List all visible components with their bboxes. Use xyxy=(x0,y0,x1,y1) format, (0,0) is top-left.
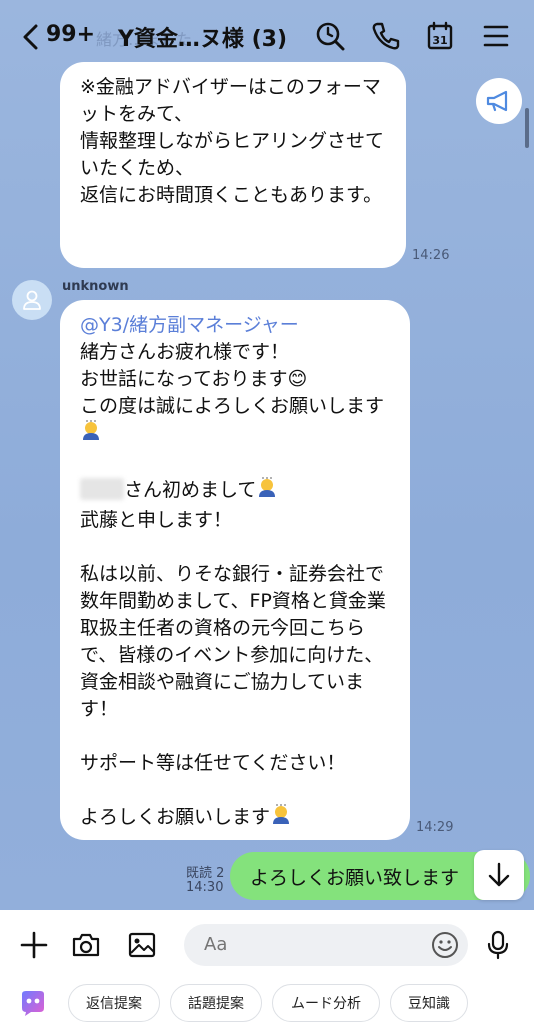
bowing-emoji-icon xyxy=(270,804,292,834)
image-button[interactable] xyxy=(124,927,160,963)
message-bubble[interactable]: @Y3/緒方副マネージャー 緒方さんお疲れ様です！ お世話になっております😊 こ… xyxy=(60,300,410,840)
message-text: よろしくお願いします xyxy=(80,806,271,828)
message-text: ※金融アドバイザーはこのフォーマットをみて、 情報整理しながらヒアリングさせてい… xyxy=(80,76,385,206)
input-bar: 返信提案 話題提案 ムード分析 豆知識 xyxy=(0,910,534,1024)
camera-icon xyxy=(72,933,100,957)
chat-header: 緒方…ました 99+ Y資金…ヌ様 (3) 31 xyxy=(0,0,534,70)
menu-button[interactable] xyxy=(478,18,514,54)
message-text: 私は以前、りそな銀行・証券会社で数年間勤めまして、FP資格と貸金業取扱主任者の資… xyxy=(80,563,386,720)
back-icon xyxy=(23,24,38,50)
chat-title[interactable]: Y資金…ヌ様 (3) xyxy=(118,21,287,53)
message-input[interactable] xyxy=(184,924,468,966)
scrollbar[interactable] xyxy=(525,108,529,148)
unread-count[interactable]: 99+ xyxy=(46,22,95,47)
plus-icon xyxy=(20,931,48,959)
sender-name: unknown xyxy=(62,279,129,294)
calendar-day: 31 xyxy=(432,34,447,47)
menu-icon xyxy=(483,25,509,47)
chip-reply-suggestion[interactable]: 返信提案 xyxy=(68,984,160,1022)
search-button[interactable] xyxy=(312,18,348,54)
scroll-to-bottom-button[interactable] xyxy=(474,850,524,900)
chat-area[interactable]: 緒方…ました 99+ Y資金…ヌ様 (3) 31 ※金融アドバイザーはこのフォー… xyxy=(0,0,534,910)
calendar-icon: 31 xyxy=(427,21,453,50)
message-text: さん初めまして xyxy=(124,479,257,501)
calendar-button[interactable]: 31 xyxy=(422,18,458,54)
ai-assistant-button[interactable] xyxy=(18,988,48,1018)
megaphone-icon xyxy=(486,90,508,112)
add-button[interactable] xyxy=(16,927,52,963)
chat-screen: 緒方…ました 99+ Y資金…ヌ様 (3) 31 ※金融アドバイザーはこのフォー… xyxy=(0,0,534,1024)
bowing-emoji-icon xyxy=(256,477,278,507)
user-icon xyxy=(23,290,41,310)
message-text: サポート等は任せてください！ xyxy=(80,752,346,774)
microphone-icon xyxy=(487,930,509,960)
message-time: 14:26 xyxy=(412,248,450,263)
redacted-name xyxy=(80,478,124,500)
message-text-line xyxy=(80,420,396,450)
message-text: 緒方さんお疲れ様です！ お世話になっております😊 この度は誠によろしくお願いしま… xyxy=(80,341,385,417)
voice-button[interactable] xyxy=(480,927,516,963)
ai-assistant-icon xyxy=(22,991,44,1016)
camera-button[interactable] xyxy=(68,927,104,963)
call-button[interactable] xyxy=(368,18,404,54)
message-time: 14:29 xyxy=(416,820,454,835)
message-text-line: よろしくお願いします xyxy=(80,804,396,834)
mention-link[interactable]: @Y3/緒方副マネージャー xyxy=(80,312,396,339)
bowing-emoji-icon xyxy=(80,420,102,450)
arrow-down-icon xyxy=(488,862,510,887)
message-text-line: さん初めまして xyxy=(80,477,396,507)
emoji-button[interactable] xyxy=(430,930,460,960)
read-receipt: 既読 2 xyxy=(186,866,225,881)
message-text: 武藤と申します！ xyxy=(80,509,233,531)
image-icon xyxy=(128,932,156,958)
chip-mood-analysis[interactable]: ムード分析 xyxy=(272,984,380,1022)
message-text: よろしくお願い致します xyxy=(250,867,460,889)
back-button[interactable] xyxy=(14,20,48,54)
suggestion-chips: 返信提案 話題提案 ムード分析 豆知識 xyxy=(0,982,534,1022)
message-time: 14:30 xyxy=(186,880,224,895)
phone-icon xyxy=(372,22,400,50)
search-icon xyxy=(316,22,345,51)
emoji-icon xyxy=(432,932,458,958)
chip-trivia[interactable]: 豆知識 xyxy=(390,984,468,1022)
message-bubble[interactable]: ※金融アドバイザーはこのフォーマットをみて、 情報整理しながらヒアリングさせてい… xyxy=(60,62,406,268)
avatar[interactable] xyxy=(12,280,52,320)
chip-topic-suggestion[interactable]: 話題提案 xyxy=(170,984,262,1022)
announcement-button[interactable] xyxy=(476,78,522,124)
